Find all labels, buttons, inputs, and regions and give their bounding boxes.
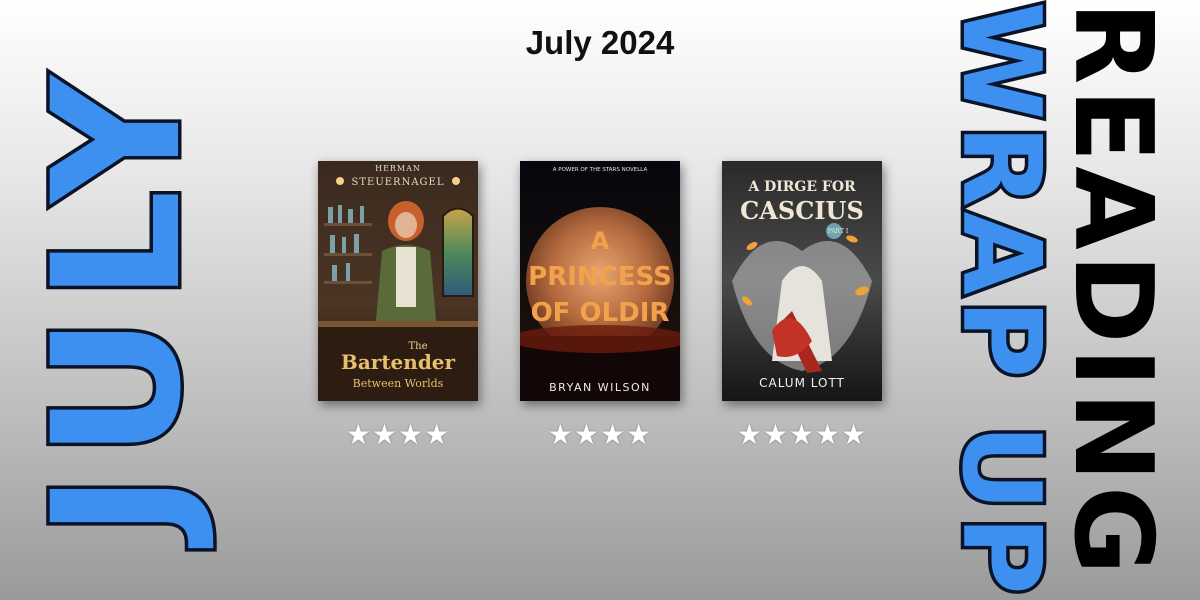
book-cover-dirge-for-cascius[interactable]: A DIRGE FOR CASCIUS PART I CALUM LOTT <box>722 161 882 401</box>
title-bartender: Bartender <box>341 350 456 374</box>
author-first-name: HERMAN <box>375 164 421 173</box>
series-line: A POWER OF THE STARS NOVELLA <box>553 167 648 173</box>
dirge-cover-art: A DIRGE FOR CASCIUS PART I CALUM LOTT <box>722 161 882 401</box>
book-cover-princess-of-oldir[interactable]: A POWER OF THE STARS NOVELLA A PRINCESS … <box>520 161 680 401</box>
wrap-up-vertical-title: WRAP UP <box>935 0 1067 600</box>
princess-cover-art: A POWER OF THE STARS NOVELLA A PRINCESS … <box>520 161 680 401</box>
title-between-worlds: Between Worlds <box>353 377 444 390</box>
author-name: CALUM LOTT <box>759 376 845 390</box>
rating-stars: ★★★★ <box>547 418 653 451</box>
july-vertical-title: JULY <box>12 58 224 542</box>
part-label: PART I <box>828 228 849 235</box>
month-heading: July 2024 <box>525 24 675 61</box>
title-a: A <box>591 227 610 255</box>
rating-stars: ★★★★ <box>345 418 451 451</box>
title-princess: PRINCESS <box>528 262 672 292</box>
bartender-cover-art: HERMAN STEUERNAGEL The Bartender Between… <box>318 161 478 401</box>
title-a-dirge-for: A DIRGE FOR <box>747 179 856 195</box>
book-cover-bartender[interactable]: HERMAN STEUERNAGEL The Bartender Between… <box>318 161 478 401</box>
reading-vertical-title: READING <box>1050 1 1175 579</box>
title-of-oldir: OF OLDIR <box>531 298 670 328</box>
author-name: BRYAN WILSON <box>549 381 651 394</box>
author-last-name: STEUERNAGEL <box>352 177 445 188</box>
title-cascius: CASCIUS <box>740 196 864 225</box>
rating-stars: ★★★★★ <box>736 418 868 451</box>
